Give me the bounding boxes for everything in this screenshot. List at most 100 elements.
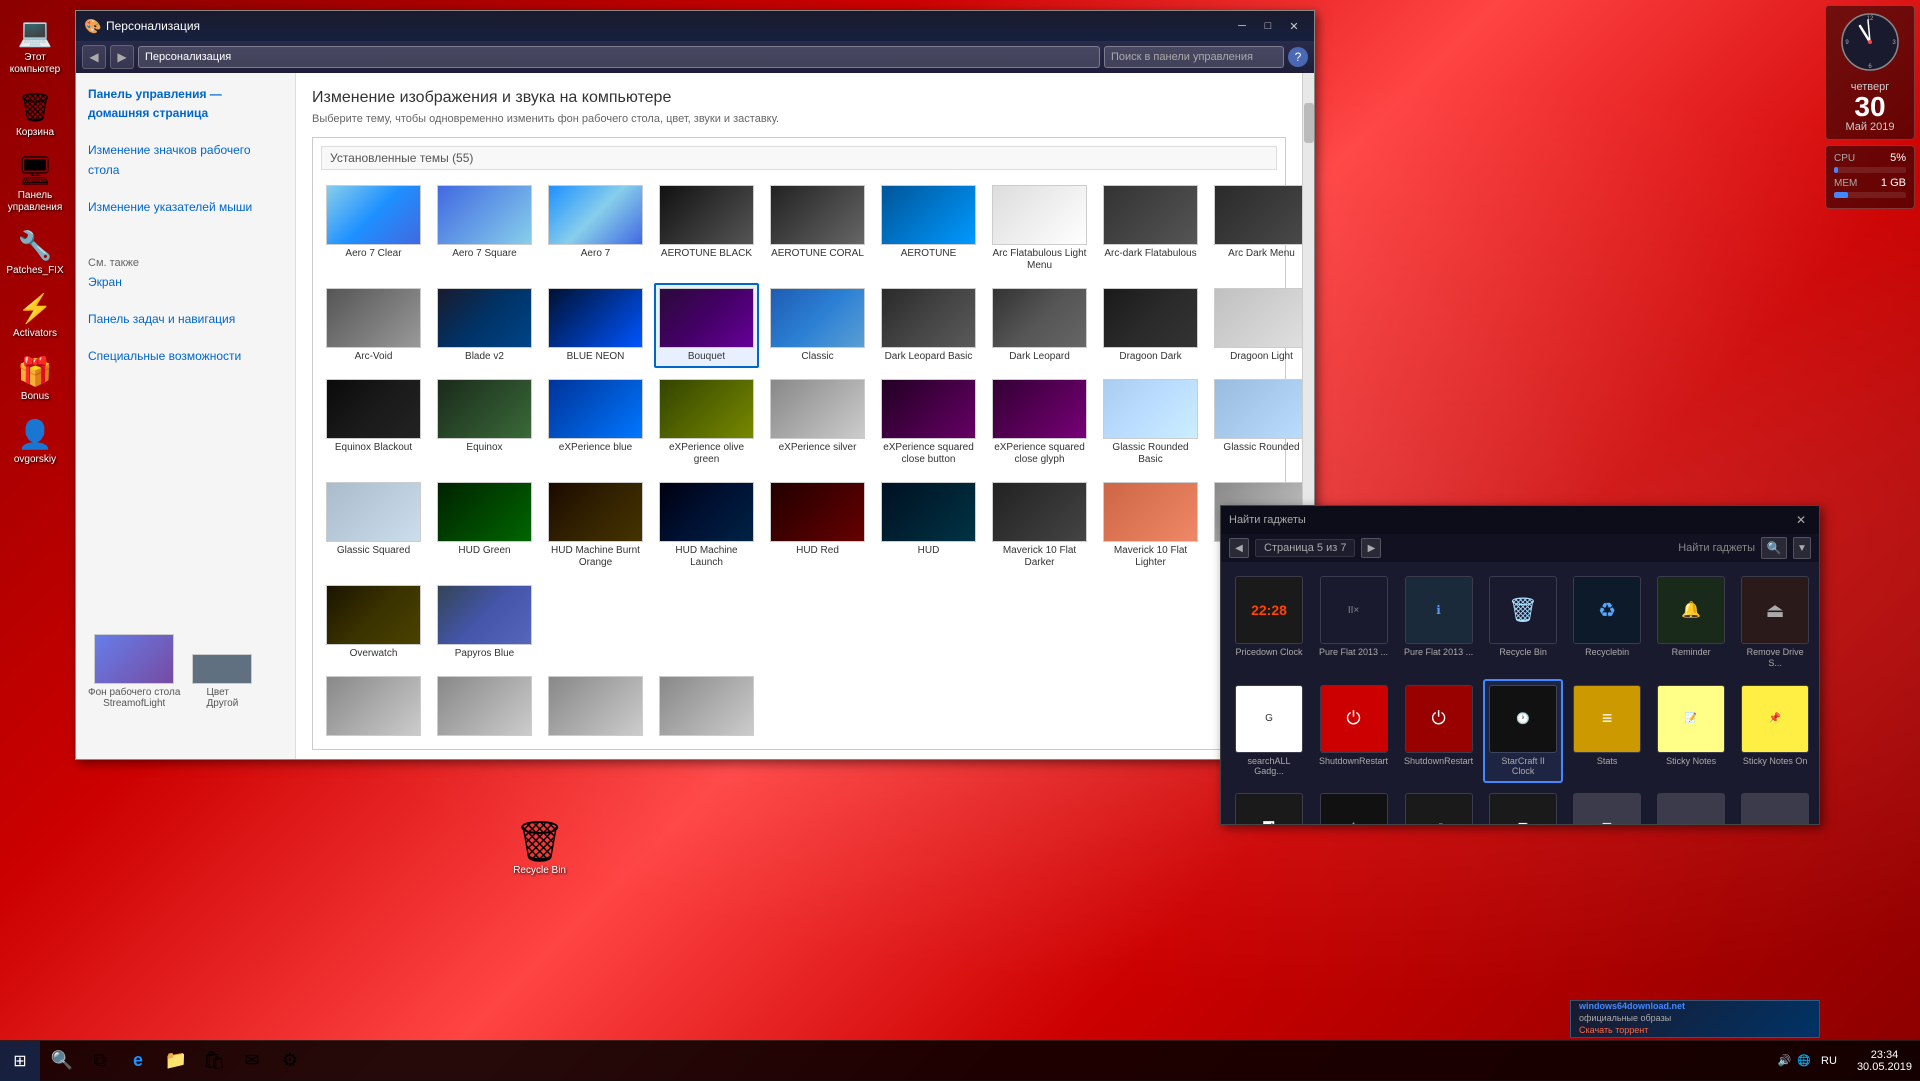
main-panel[interactable]: Изменение изображения и звука на компьют… — [296, 73, 1302, 759]
taskbar-mail[interactable]: ✉ — [234, 1043, 270, 1079]
theme-item-exp-sq-close-btn[interactable]: eXPerience squared close button — [876, 374, 981, 471]
gadgets-dropdown-button[interactable]: ▼ — [1793, 537, 1811, 559]
gadget-item-removedrive[interactable]: ⏏ Remove Drive S... — [1735, 570, 1815, 675]
gadget-item-placeholder2[interactable] — [1735, 787, 1815, 824]
gadget-item-topfive[interactable]: ↑5 Top Five — [1398, 787, 1479, 824]
theme-item-glassic-rounded[interactable]: Glassic Rounded — [1209, 374, 1302, 471]
theme-item-aero-7-clear[interactable]: Aero 7 Clear — [321, 180, 426, 277]
taskbar-explorer[interactable]: 📁 — [158, 1043, 194, 1079]
close-button[interactable]: ✕ — [1282, 16, 1306, 36]
theme-item-dragoon-dark[interactable]: Dragoon Dark — [1098, 283, 1203, 368]
theme-item-hud-machine-burnt[interactable]: HUD Machine Burnt Orange — [543, 477, 648, 574]
wallpaper-preview[interactable]: Фон рабочего стола StreamofLight — [88, 634, 180, 709]
taskbar-clock[interactable]: 23:34 30.05.2019 — [1849, 1049, 1920, 1073]
gadget-item-pureflat-2013-2[interactable]: ℹ Pure Flat 2013 ... — [1398, 570, 1479, 675]
theme-item-dark-leopard-basic[interactable]: Dark Leopard Basic — [876, 283, 981, 368]
theme-item-exp-olive[interactable]: eXPerience olive green — [654, 374, 759, 471]
theme-item-aero-7[interactable]: Aero 7 — [543, 180, 648, 277]
theme-item-hud-machine-launch[interactable]: HUD Machine Launch — [654, 477, 759, 574]
gadget-item-sysmonitor[interactable]: 📊 System Monitor II — [1229, 787, 1309, 824]
gadget-item-shutdownrestart2[interactable]: ⏻ ShutdownRestart — [1398, 679, 1479, 784]
theme-item-exp-silver[interactable]: eXPerience silver — [765, 374, 870, 471]
ad-banner[interactable]: windows64download.net официальные образы… — [1570, 1000, 1820, 1038]
theme-item-exp-blue[interactable]: eXPerience blue — [543, 374, 648, 471]
gadgets-next-button[interactable]: ▶ — [1361, 538, 1381, 558]
theme-item-dark-leopard[interactable]: Dark Leopard — [987, 283, 1092, 368]
gadget-item-starcraft-clock[interactable]: 🕐 StarCraft II Clock — [1483, 679, 1563, 784]
gadgets-search-button[interactable]: 🔍 — [1761, 537, 1787, 559]
maximize-button[interactable]: □ — [1256, 16, 1280, 36]
theme-item-hud-red[interactable]: HUD Red — [765, 477, 870, 574]
gadget-item-recycle-bin-gadget[interactable]: 🗑 Recycle Bin — [1483, 570, 1563, 675]
gadget-item-placeholder1[interactable] — [1651, 787, 1731, 824]
gadget-item-recyclebin2[interactable]: ♻ Recyclebin — [1567, 570, 1647, 675]
gadget-item-topprocess[interactable]: 📈 Top Process Mo... — [1483, 787, 1563, 824]
gadgets-prev-button[interactable]: ◀ — [1229, 538, 1249, 558]
theme-item-arc-dark-flatabulous[interactable]: Arc-dark Flatabulous — [1098, 180, 1203, 277]
theme-item-glassic-rounded-basic[interactable]: Glassic Rounded Basic — [1098, 374, 1203, 471]
theme-item-hud-green[interactable]: HUD Green — [432, 477, 537, 574]
theme-item-equinox[interactable]: Equinox — [432, 374, 537, 471]
desktop-icon-my-computer[interactable]: 💻 Этот компьютер — [3, 10, 68, 80]
theme-item-classic[interactable]: Classic — [765, 283, 870, 368]
theme-item-arc-flatabulous-light[interactable]: Arc Flatabulous Light Menu — [987, 180, 1092, 277]
theme-item-arc-void[interactable]: Arc-Void — [321, 283, 426, 368]
gadget-item-stats[interactable]: ≡ Stats — [1567, 679, 1647, 784]
sidebar-home-link[interactable]: Панель управления — домашняя страница — [88, 85, 283, 123]
theme-item-maverick-flat-dark[interactable]: Maverick 10 Flat Darker — [987, 477, 1092, 574]
theme-item-aerotune-coral[interactable]: AEROTUNE CORAL — [765, 180, 870, 277]
gadget-item-stickynotes[interactable]: 📝 Sticky Notes — [1651, 679, 1731, 784]
desktop-icon-activators[interactable]: ⚡ Activators — [3, 286, 68, 344]
theme-item-maverick-flat-light[interactable]: Maverick 10 Flat Lighter — [1098, 477, 1203, 574]
gadget-item-stickynotes-on[interactable]: 📌 Sticky Notes On — [1735, 679, 1815, 784]
theme-item-partial1[interactable] — [321, 671, 426, 741]
desktop-icon-basket[interactable]: 🗑 Корзина — [3, 85, 68, 143]
theme-item-partial3[interactable] — [543, 671, 648, 741]
desktop-icon-bonus[interactable]: 🎁 Bonus — [3, 349, 68, 407]
tray-sound[interactable]: 🔊 — [1778, 1054, 1792, 1067]
minimize-button[interactable]: ─ — [1230, 16, 1254, 36]
theme-item-arc-dark-menu[interactable]: Arc Dark Menu — [1209, 180, 1302, 277]
recycle-bin-desktop[interactable]: 🗑 Recycle Bin — [509, 814, 570, 880]
taskbar-store[interactable]: 🛍 — [196, 1043, 232, 1079]
taskbar-settings[interactable]: ⚙ — [272, 1043, 308, 1079]
theme-item-blue-neon[interactable]: BLUE NEON — [543, 283, 648, 368]
theme-item-partial2[interactable] — [432, 671, 537, 741]
clock-widget[interactable]: 12 3 6 9 четверг 30 Май 2019 — [1825, 5, 1915, 140]
desktop-icon-control-panel[interactable]: 🖥 Панель управления — [3, 148, 68, 218]
address-bar[interactable]: Персонализация — [138, 46, 1100, 68]
tray-network[interactable]: 🌐 — [1797, 1054, 1811, 1067]
tray-lang[interactable]: RU — [1817, 1055, 1841, 1067]
back-button[interactable]: ◀ — [82, 45, 106, 69]
theme-item-aerotune-black[interactable]: AEROTUNE BLACK — [654, 180, 759, 277]
gadget-item-transparent[interactable]: ⬜ Transparent - cl... — [1567, 787, 1647, 824]
theme-item-exp-sq-close-glyph[interactable]: eXPerience squared close glyph — [987, 374, 1092, 471]
taskbar-task-view[interactable]: ⧉ — [82, 1043, 118, 1079]
theme-item-equinox-blackout[interactable]: Equinox Blackout — [321, 374, 426, 471]
theme-item-overwatch[interactable]: Overwatch — [321, 580, 426, 665]
taskbar-ie[interactable]: e — [120, 1043, 156, 1079]
sidebar-taskbar-link[interactable]: Панель задач и навигация — [88, 310, 283, 329]
theme-item-partial4[interactable] — [654, 671, 759, 741]
help-button[interactable]: ? — [1288, 47, 1308, 67]
theme-item-aero-7-square[interactable]: Aero 7 Square — [432, 180, 537, 277]
theme-item-blade-v2[interactable]: Blade v2 — [432, 283, 537, 368]
gadget-item-pureflat-2013-1[interactable]: II× Pure Flat 2013 ... — [1313, 570, 1394, 675]
gadget-item-searchall[interactable]: G searchALL Gadg... — [1229, 679, 1309, 784]
sidebar-screen-link[interactable]: Экран — [88, 273, 283, 292]
theme-item-dragoon-light[interactable]: Dragoon Light — [1209, 283, 1302, 368]
start-button[interactable]: ⊞ — [0, 1041, 40, 1081]
desktop-icon-patches[interactable]: 🔧 Patches_FIX — [3, 223, 68, 281]
gadget-item-reminder[interactable]: 🔔 Reminder — [1651, 570, 1731, 675]
search-bar[interactable]: Поиск в панели управления — [1104, 46, 1284, 68]
gadget-item-sysuptime[interactable]: ⏱ System Uptime ... — [1313, 787, 1394, 824]
gadget-item-pricedown-clock[interactable]: 22:28 Pricedown Clock — [1229, 570, 1309, 675]
sidebar-accessibility-link[interactable]: Специальные возможности — [88, 347, 283, 366]
scrollbar-thumb[interactable] — [1304, 103, 1314, 143]
sidebar-icons-link[interactable]: Изменение значков рабочего стола — [88, 141, 283, 179]
sidebar-mouse-link[interactable]: Изменение указателей мыши — [88, 198, 283, 217]
desktop-icon-ovgorskiy[interactable]: 👤 ovgorskiy — [3, 412, 68, 470]
gadgets-close-button[interactable]: ✕ — [1791, 511, 1811, 529]
gadget-item-shutdownrestart1[interactable]: ⏻ ShutdownRestart — [1313, 679, 1394, 784]
color-preview[interactable]: Цвет Другой — [192, 654, 252, 709]
